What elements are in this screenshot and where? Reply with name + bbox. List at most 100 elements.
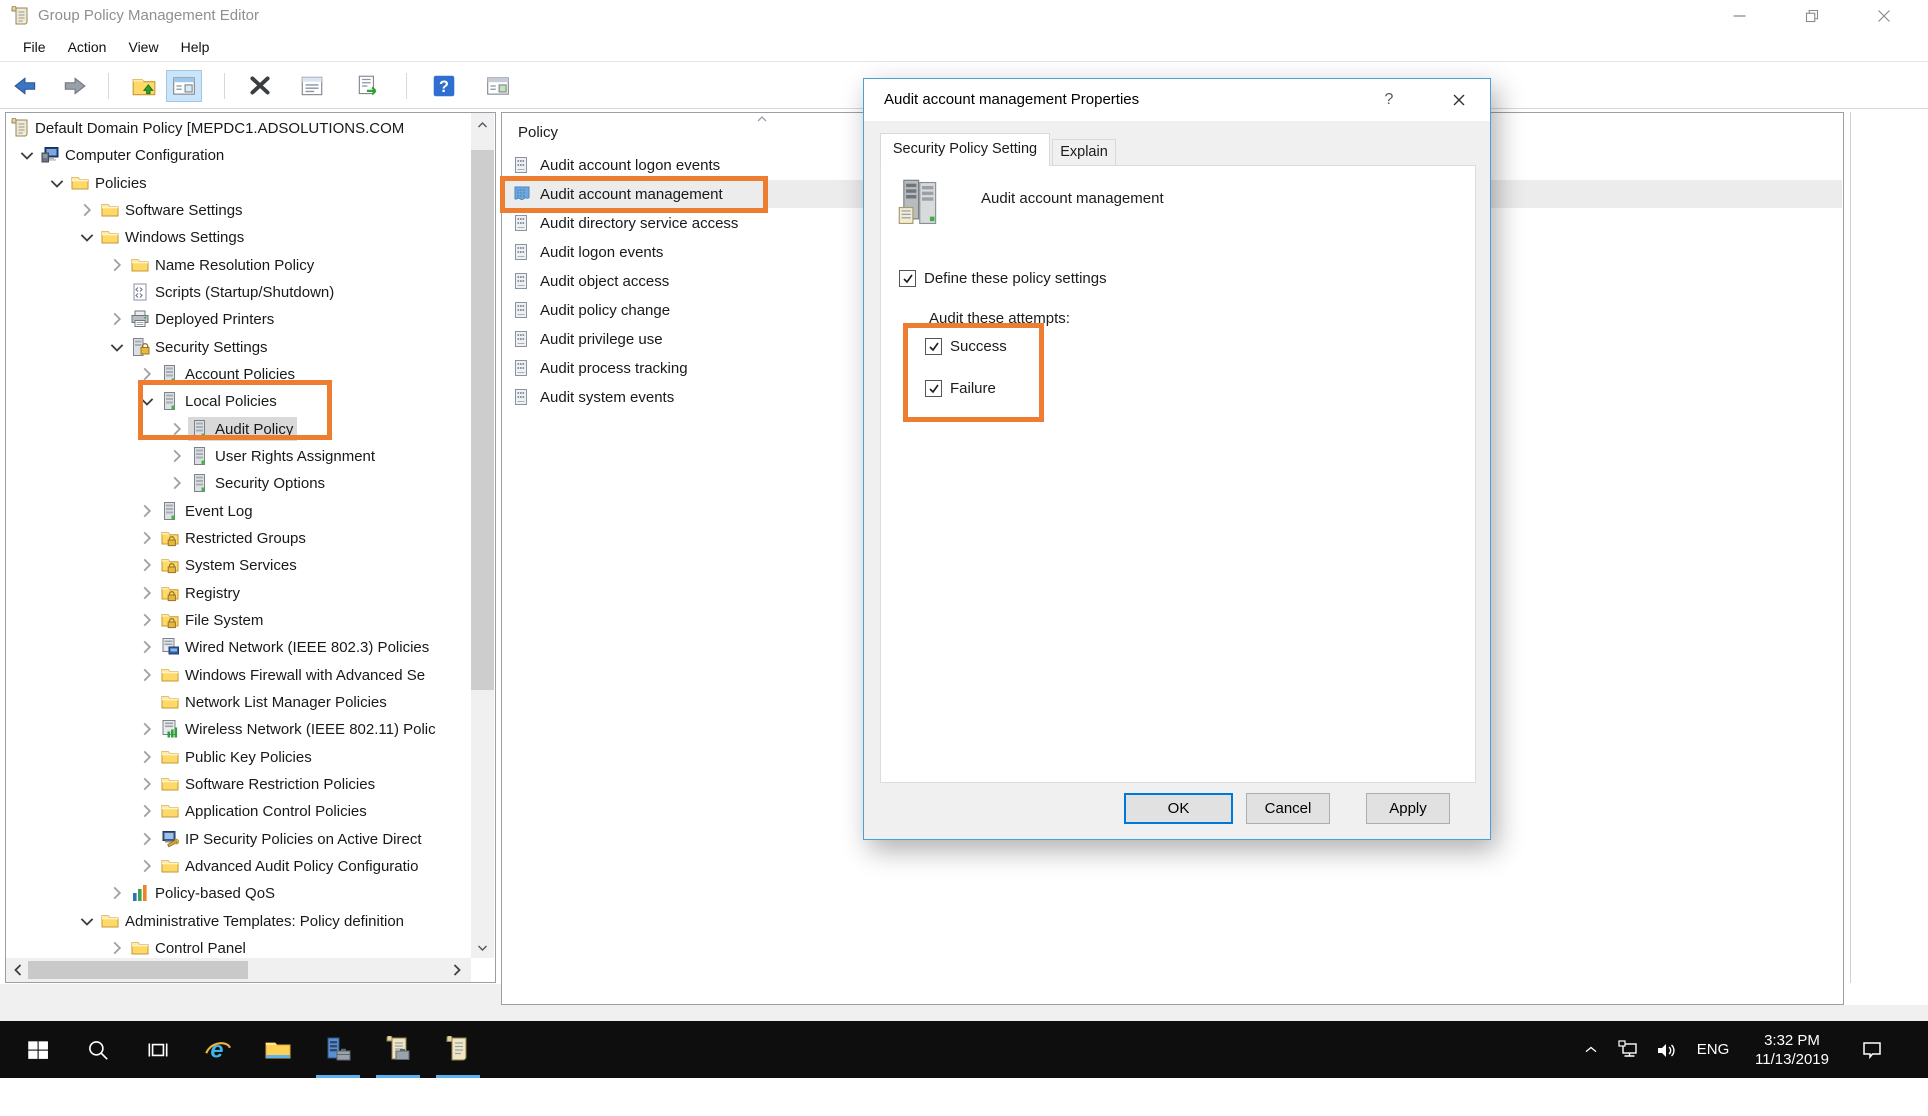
taskbar-search-button[interactable] [74, 1021, 122, 1078]
forward-arrow-button[interactable] [56, 70, 92, 102]
close-button[interactable] [1862, 0, 1906, 32]
taskbar-internet-explorer-app[interactable]: e [194, 1021, 242, 1078]
tree-item-wired-network-ieee-802-3-policies[interactable]: Wired Network (IEEE 802.3) Policies [6, 634, 470, 660]
chevron-right-icon[interactable] [140, 504, 154, 518]
tree-item-computer-configuration[interactable]: Computer Configuration [6, 142, 470, 168]
tree-item-advanced-audit-policy-configuratio[interactable]: Advanced Audit Policy Configuratio [6, 853, 470, 879]
menu-action[interactable]: Action [57, 32, 118, 62]
tree-item-scripts-startup-shutdown[interactable]: Scripts (Startup/Shutdown) [6, 279, 470, 305]
tree-item-administrative-templates-policy-definiti[interactable]: Administrative Templates: Policy definit… [6, 908, 470, 934]
policy-column-header[interactable]: Policy [518, 120, 558, 146]
chevron-right-icon[interactable] [80, 203, 94, 217]
cancel-button[interactable]: Cancel [1246, 793, 1330, 824]
chevron-right-icon[interactable] [140, 859, 154, 873]
chevron-down-icon[interactable] [140, 394, 154, 408]
scroll-right-arrow-icon[interactable] [446, 958, 466, 982]
taskbar-server-manager-app[interactable] [314, 1021, 362, 1078]
tree-item-ip-security-policies-on-active-direct[interactable]: IP Security Policies on Active Direct [6, 826, 470, 852]
scroll-down-arrow-icon[interactable] [471, 938, 494, 958]
chevron-right-icon[interactable] [140, 832, 154, 846]
menu-file[interactable]: File [12, 32, 57, 62]
tree-item-policy-based-qos[interactable]: Policy-based QoS [6, 880, 470, 906]
tree-item-audit-policy[interactable]: Audit Policy [6, 416, 470, 442]
tree-item-public-key-policies[interactable]: Public Key Policies [6, 744, 470, 770]
success-checkbox[interactable]: Success [925, 338, 1007, 355]
scroll-up-arrow-icon[interactable] [471, 115, 494, 135]
failure-checkbox[interactable]: Failure [925, 380, 996, 397]
chevron-down-icon[interactable] [50, 176, 64, 190]
tree-item-policies[interactable]: Policies [6, 170, 470, 196]
tree-item-software-restriction-policies[interactable]: Software Restriction Policies [6, 771, 470, 797]
chevron-right-icon[interactable] [140, 750, 154, 764]
tray-language-indicator[interactable]: ENG [1688, 1021, 1738, 1078]
chevron-right-icon[interactable] [170, 449, 184, 463]
chevron-right-icon[interactable] [140, 640, 154, 654]
apply-button[interactable]: Apply [1366, 793, 1450, 824]
console-window-button[interactable] [166, 70, 202, 102]
tree-item-wireless-network-ieee-802-11-polic[interactable]: Wireless Network (IEEE 802.11) Polic [6, 716, 470, 742]
menu-help[interactable]: Help [170, 32, 221, 62]
menu-view[interactable]: View [117, 32, 169, 62]
chevron-down-icon[interactable] [20, 148, 34, 162]
ok-button[interactable]: OK [1124, 793, 1233, 824]
taskbar-start-button[interactable] [14, 1021, 62, 1078]
tree-item-windows-firewall-with-advanced-se[interactable]: Windows Firewall with Advanced Se [6, 662, 470, 688]
chevron-right-icon[interactable] [110, 886, 124, 900]
tree-item-name-resolution-policy[interactable]: Name Resolution Policy [6, 252, 470, 278]
taskbar-gpmc-app[interactable] [374, 1021, 422, 1078]
tree-item-local-policies[interactable]: Local Policies [6, 388, 470, 414]
tree-item-account-policies[interactable]: Account Policies [6, 361, 470, 387]
tray-chevron-up-icon[interactable] [1575, 1021, 1607, 1078]
delete-x-button[interactable] [242, 70, 278, 102]
taskbar-file-explorer-app[interactable] [254, 1021, 302, 1078]
dialog-close-button[interactable] [1442, 84, 1476, 116]
show-console-tree-button[interactable] [126, 70, 162, 102]
tree-item-network-list-manager-policies[interactable]: Network List Manager Policies [6, 689, 470, 715]
export-list-button[interactable] [350, 70, 386, 102]
properties-button[interactable] [294, 70, 330, 102]
tree-item-file-system[interactable]: File System [6, 607, 470, 633]
chevron-right-icon[interactable] [110, 258, 124, 272]
tree-item-restricted-groups[interactable]: Restricted Groups [6, 525, 470, 551]
chevron-right-icon[interactable] [140, 367, 154, 381]
action-center-icon[interactable] [1850, 1021, 1894, 1078]
taskbar-task-view-button[interactable] [134, 1021, 182, 1078]
tree-horizontal-scroll-thumb[interactable] [28, 961, 248, 979]
tree-item-security-options[interactable]: Security Options [6, 470, 470, 496]
chevron-right-icon[interactable] [140, 777, 154, 791]
chevron-right-icon[interactable] [140, 531, 154, 545]
chevron-down-icon[interactable] [80, 230, 94, 244]
define-policy-settings-checkbox[interactable]: Define these policy settings [899, 270, 1107, 287]
tree-item-security-settings[interactable]: Security Settings [6, 334, 470, 360]
tree-item-registry[interactable]: Registry [6, 580, 470, 606]
chevron-right-icon[interactable] [170, 476, 184, 490]
tree-item-default-domain-policy-mepdc1-adsolutions[interactable]: Default Domain Policy [MEPDC1.ADSOLUTION… [6, 115, 470, 141]
tray-network-icon[interactable] [1610, 1021, 1646, 1078]
dialog-help-button[interactable]: ? [1372, 79, 1406, 121]
back-arrow-button[interactable] [8, 70, 44, 102]
chevron-right-icon[interactable] [170, 422, 184, 436]
chevron-right-icon[interactable] [140, 613, 154, 627]
chevron-right-icon[interactable] [140, 586, 154, 600]
tree-item-system-services[interactable]: System Services [6, 552, 470, 578]
tree-item-windows-settings[interactable]: Windows Settings [6, 224, 470, 250]
tree-item-user-rights-assignment[interactable]: User Rights Assignment [6, 443, 470, 469]
chevron-right-icon[interactable] [140, 722, 154, 736]
tree-item-application-control-policies[interactable]: Application Control Policies [6, 798, 470, 824]
chevron-down-icon[interactable] [110, 340, 124, 354]
tab-security-policy-setting[interactable]: Security Policy Setting [880, 133, 1050, 166]
tree-item-control-panel[interactable]: Control Panel [6, 935, 470, 956]
minimize-button[interactable] [1718, 0, 1762, 32]
chevron-right-icon[interactable] [140, 668, 154, 682]
tree-item-event-log[interactable]: Event Log [6, 498, 470, 524]
tray-clock[interactable]: 3:32 PM 11/13/2019 [1742, 1021, 1842, 1078]
tree-vertical-scroll-thumb[interactable] [471, 150, 494, 690]
chevron-right-icon[interactable] [110, 941, 124, 955]
chevron-right-icon[interactable] [140, 804, 154, 818]
tree-item-software-settings[interactable]: Software Settings [6, 197, 470, 223]
chevron-right-icon[interactable] [140, 558, 154, 572]
console-window-alt-button[interactable] [480, 70, 516, 102]
scroll-left-arrow-icon[interactable] [8, 958, 28, 982]
chevron-right-icon[interactable] [110, 312, 124, 326]
taskbar-gp-editor-app[interactable] [434, 1021, 482, 1078]
